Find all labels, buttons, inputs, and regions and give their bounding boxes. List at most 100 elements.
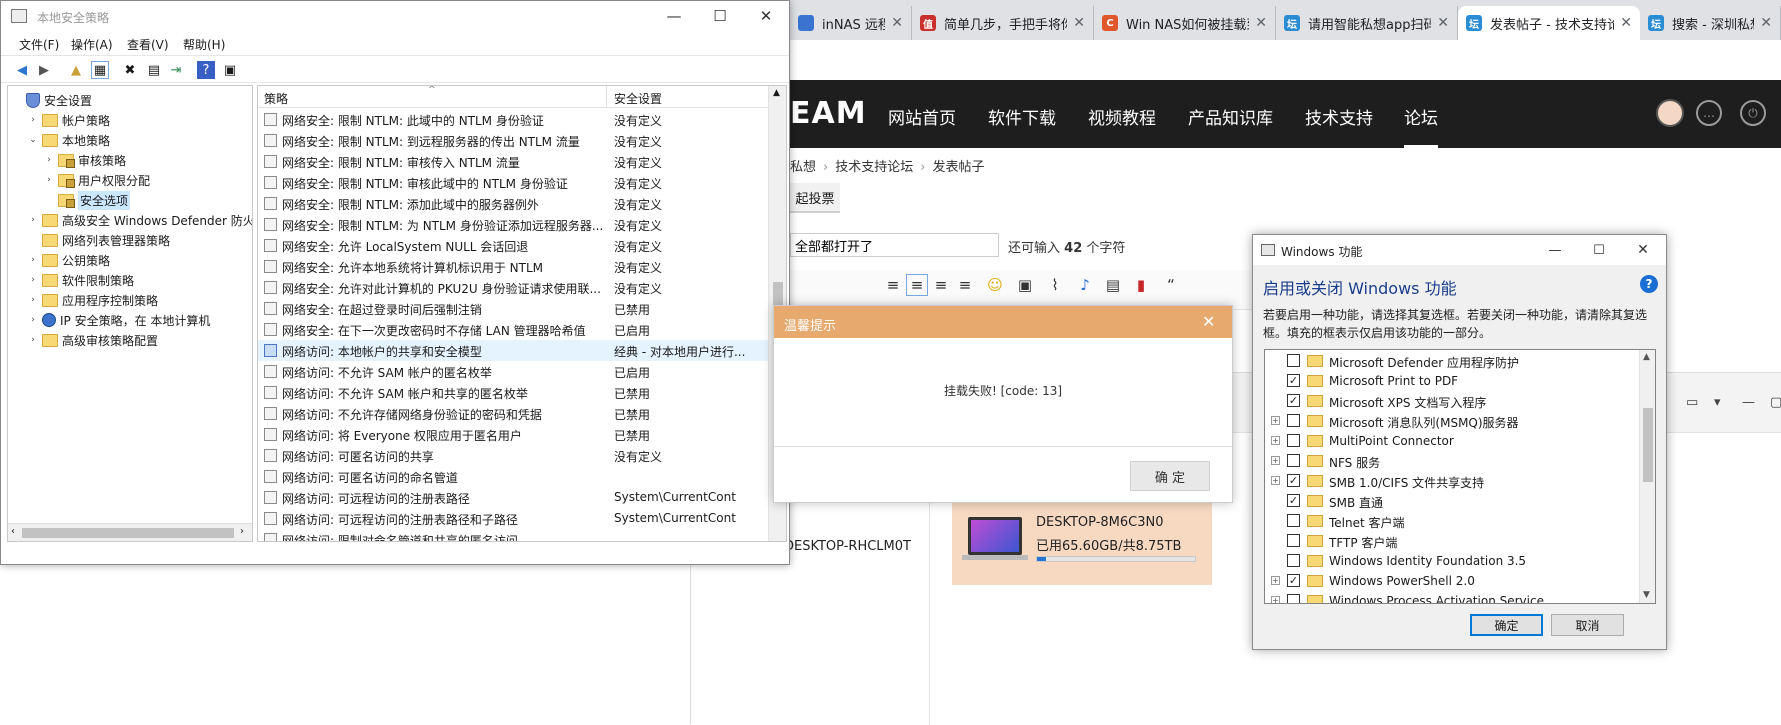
- back-icon[interactable]: ◀: [13, 61, 31, 79]
- menu-action[interactable]: 操作(A): [71, 36, 113, 53]
- expand-icon[interactable]: ›: [28, 275, 38, 285]
- expand-icon[interactable]: +: [1271, 416, 1280, 425]
- expand-icon[interactable]: +: [1271, 456, 1280, 465]
- menu-view[interactable]: 查看(V): [127, 36, 169, 53]
- feature-item[interactable]: ✓ Microsoft XPS 文档写入程序: [1265, 391, 1639, 411]
- feature-checkbox[interactable]: [1287, 434, 1300, 447]
- policy-row[interactable]: 网络访问: 本地帐户的共享和安全模型 经典 - 对本地用户进行...: [258, 340, 768, 361]
- expand-icon[interactable]: +: [1271, 436, 1280, 445]
- feature-item[interactable]: Windows Identity Foundation 3.5: [1265, 551, 1639, 571]
- align-right-icon[interactable]: ≡: [954, 274, 976, 296]
- feature-item[interactable]: Microsoft Defender 应用程序防护: [1265, 351, 1639, 371]
- forward-icon[interactable]: ▶: [35, 61, 53, 79]
- close-button[interactable]: ✕: [1623, 235, 1663, 265]
- expand-icon[interactable]: ›: [44, 155, 54, 165]
- help-icon[interactable]: ?: [197, 61, 215, 79]
- tree-node[interactable]: 网络列表管理器策略: [28, 230, 170, 250]
- scrollbar-thumb[interactable]: [22, 528, 234, 538]
- tab-close-icon[interactable]: ✕: [1073, 15, 1085, 31]
- tab-close-icon[interactable]: ✕: [1255, 15, 1267, 31]
- tab-close-icon[interactable]: ✕: [1437, 15, 1449, 31]
- align-center-icon[interactable]: ≡: [906, 274, 928, 296]
- expand-icon[interactable]: +: [1271, 476, 1280, 485]
- properties-icon[interactable]: ▤: [145, 61, 163, 79]
- quote-icon[interactable]: “: [1160, 274, 1182, 296]
- tab-close-icon[interactable]: ✕: [1760, 15, 1772, 31]
- column-header-setting[interactable]: 安全设置: [614, 90, 662, 107]
- nav-item[interactable]: 产品知识库: [1188, 104, 1273, 129]
- expand-icon[interactable]: ›: [28, 295, 38, 305]
- policy-row[interactable]: 网络访问: 可远程访问的注册表路径 System\CurrentCont: [258, 487, 768, 508]
- tree-node[interactable]: 安全设置: [12, 90, 92, 110]
- feature-item[interactable]: + Microsoft 消息队列(MSMQ)服务器: [1265, 411, 1639, 431]
- collapse-icon[interactable]: ⌄: [28, 135, 38, 145]
- policy-row[interactable]: 网络安全: 允许 LocalSystem NULL 会话回退 没有定义: [258, 235, 768, 256]
- minimize-button[interactable]: —: [651, 1, 697, 31]
- policy-row[interactable]: 网络安全: 允许对此计算机的 PKU2U 身份验证请求使用联... 没有定义: [258, 277, 768, 298]
- expand-icon[interactable]: ›: [28, 335, 38, 345]
- chat-icon[interactable]: ▭: [1686, 395, 1698, 410]
- browser-tab[interactable]: C Win NAS如何被挂载到 ✕: [1094, 6, 1276, 40]
- vertical-scrollbar[interactable]: ▲ ▼: [1639, 350, 1655, 603]
- nav-item[interactable]: 软件下载: [988, 104, 1056, 129]
- policy-row[interactable]: 网络访问: 不允许存储网络身份验证的密码和凭据 已禁用: [258, 403, 768, 424]
- alert-ok-button[interactable]: 确 定: [1130, 461, 1210, 491]
- music-icon[interactable]: ♪: [1074, 274, 1096, 296]
- browser-tab[interactable]: inNAS 远程局域网： ✕: [790, 6, 912, 40]
- flash-icon[interactable]: ▮: [1130, 274, 1152, 296]
- policy-row[interactable]: 网络安全: 限制 NTLM: 审核此域中的 NTLM 身份验证 没有定义: [258, 172, 768, 193]
- scrollbar-thumb[interactable]: [1643, 408, 1653, 482]
- maximize-button[interactable]: ☐: [697, 1, 743, 31]
- menu-help[interactable]: 帮助(H): [183, 36, 225, 53]
- tab-start-vote[interactable]: 起投票: [790, 183, 840, 213]
- maximize-icon[interactable]: ▢: [1770, 395, 1781, 410]
- expand-icon[interactable]: ›: [28, 255, 38, 265]
- scroll-up-icon[interactable]: ▲: [773, 88, 780, 98]
- power-icon[interactable]: ⏻: [1740, 100, 1766, 126]
- nav-item[interactable]: 网站首页: [888, 104, 956, 129]
- tree-node[interactable]: › 应用程序控制策略: [28, 290, 158, 310]
- policy-row[interactable]: 网络访问: 可远程访问的注册表路径和子路径 System\CurrentCont: [258, 508, 768, 529]
- feature-item[interactable]: ✓ SMB 直通: [1265, 491, 1639, 511]
- browser-tab[interactable]: 坛请用智能私想app扫码 ✕: [1276, 6, 1458, 40]
- browser-tab[interactable]: 坛搜索 - 深圳私想存储科 ✕: [1640, 6, 1781, 40]
- policy-row[interactable]: 网络安全: 限制 NTLM: 审核传入 NTLM 流量 没有定义: [258, 151, 768, 172]
- policy-row[interactable]: 网络访问: 可匿名访问的共享 没有定义: [258, 445, 768, 466]
- nav-item[interactable]: 技术支持: [1305, 104, 1373, 129]
- minimize-button[interactable]: —: [1535, 235, 1575, 265]
- scroll-up-icon[interactable]: ▲: [1643, 352, 1650, 362]
- show-tree-icon[interactable]: ▦: [91, 61, 109, 79]
- tree-node[interactable]: › 高级审核策略配置: [28, 330, 158, 350]
- console-icon[interactable]: ▣: [221, 61, 239, 79]
- tree-node[interactable]: › 帐户策略: [28, 110, 110, 130]
- attachment-icon[interactable]: ⌇: [1044, 274, 1066, 296]
- feature-item[interactable]: + MultiPoint Connector: [1265, 431, 1639, 451]
- policy-row[interactable]: 网络访问: 将 Everyone 权限应用于匿名用户 已禁用: [258, 424, 768, 445]
- menu-file[interactable]: 文件(F): [19, 36, 59, 53]
- tree-node[interactable]: 安全选项: [44, 190, 131, 210]
- policy-row[interactable]: 网络安全: 限制 NTLM: 为 NTLM 身份验证添加远程服务器... 没有定义: [258, 214, 768, 235]
- scroll-left-icon[interactable]: ‹: [11, 526, 15, 537]
- policy-row[interactable]: 网络安全: 限制 NTLM: 此域中的 NTLM 身份验证 没有定义: [258, 109, 768, 130]
- nas-device-item[interactable]: DESKTOP-RHCLM0T: [784, 539, 911, 554]
- tree-node[interactable]: › 审核策略: [44, 150, 126, 170]
- tree-node[interactable]: › 高级安全 Windows Defender 防火墙: [28, 210, 252, 230]
- expand-icon[interactable]: ›: [28, 315, 38, 325]
- feature-checkbox[interactable]: [1287, 354, 1300, 367]
- browser-tab[interactable]: 坛发表帖子 - 技术支持论 ✕: [1458, 6, 1640, 40]
- feature-checkbox[interactable]: ✓: [1287, 494, 1300, 507]
- nav-item[interactable]: 论坛: [1404, 104, 1438, 129]
- nav-item[interactable]: 视频教程: [1088, 104, 1156, 129]
- feature-checkbox[interactable]: ✓: [1287, 374, 1300, 387]
- minimize-icon[interactable]: —: [1742, 395, 1755, 410]
- feature-checkbox[interactable]: [1287, 454, 1300, 467]
- tree-node[interactable]: › 用户权限分配: [44, 170, 150, 190]
- expand-icon[interactable]: +: [1271, 576, 1280, 585]
- feature-checkbox[interactable]: [1287, 514, 1300, 527]
- column-header-policy[interactable]: 策略: [264, 90, 288, 107]
- breadcrumb-item[interactable]: 技术支持论坛: [835, 160, 913, 175]
- policy-row[interactable]: 网络安全: 在超过登录时间后强制注销 已禁用: [258, 298, 768, 319]
- dropdown-icon[interactable]: ▾: [1714, 395, 1721, 410]
- scroll-right-icon[interactable]: ›: [240, 526, 244, 537]
- up-folder-icon[interactable]: ▲: [67, 61, 85, 79]
